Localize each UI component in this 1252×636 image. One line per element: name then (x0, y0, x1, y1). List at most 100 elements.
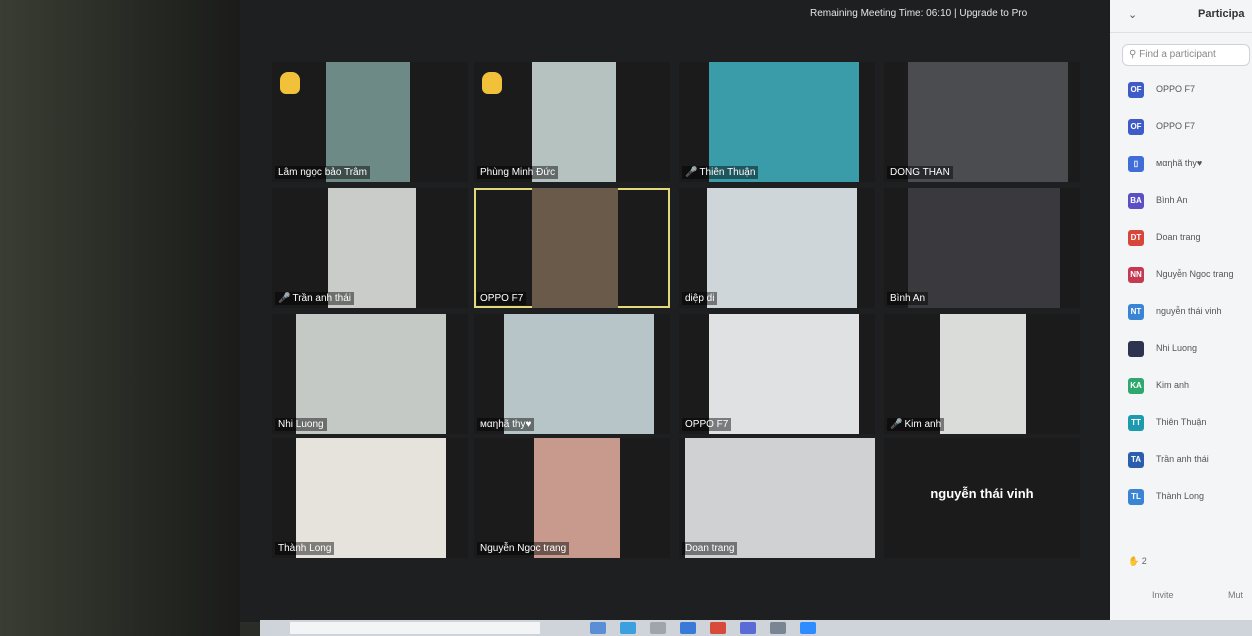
video-tile[interactable]: мαηhã thy♥ (474, 314, 670, 434)
participant-list-item[interactable]: NN Nguyễn Ngoc trang (1124, 267, 1252, 304)
muted-mic-icon: 🎤 (278, 293, 291, 304)
participant-name-label: мαηhã thy♥ (477, 418, 535, 431)
participant-name-label: Doan trang (682, 542, 738, 555)
video-tile[interactable]: Phùng Minh Đức (474, 62, 670, 182)
avatar: TL (1128, 489, 1144, 505)
participant-name-text: Phùng Minh Đức (480, 167, 556, 178)
participant-name-text: OPPO F7 (480, 293, 524, 304)
app-icon[interactable] (740, 622, 756, 634)
video-tile[interactable]: Bình An (884, 188, 1080, 308)
avatar: KA (1128, 378, 1144, 394)
search-placeholder: Find a participant (1139, 49, 1216, 60)
browser-icon[interactable] (620, 622, 636, 634)
video-feed (908, 188, 1060, 308)
chrome-icon[interactable] (710, 622, 726, 634)
participant-name-label: diệp di (682, 292, 718, 305)
participant-list-item[interactable]: OF OPPO F7 (1124, 82, 1252, 119)
invite-button[interactable]: Invite (1152, 590, 1174, 600)
participant-name: Nhi Luong (1156, 343, 1198, 353)
participant-name: Nguyễn Ngoc trang (1156, 269, 1234, 279)
mute-all-button[interactable]: Mut (1228, 590, 1243, 600)
monitor-bezel (0, 0, 240, 636)
video-feed (504, 314, 654, 434)
participant-name: Thiên Thuận (1156, 417, 1207, 427)
video-tile[interactable]: 🎤 Thiên Thuận (679, 62, 875, 182)
avatar (1128, 341, 1144, 357)
raised-hand-icon (280, 72, 300, 94)
search-participant-input[interactable]: ⚲ Find a participant (1122, 44, 1250, 66)
app-icon[interactable] (770, 622, 786, 634)
participant-name-label: 🎤 Trần anh thái (275, 292, 355, 305)
video-tile[interactable]: Thành Long (272, 438, 468, 558)
participant-name-label: Nhi Luong (275, 418, 327, 431)
participant-list-item[interactable]: NT nguyễn thái vinh (1124, 304, 1252, 341)
video-tile[interactable]: OPPO F7 (679, 314, 875, 434)
participant-list-item[interactable]: TL Thành Long (1124, 489, 1252, 526)
participants-panel: ⌄ Participa ⚲ Find a participant OF OPPO … (1110, 0, 1252, 622)
participant-name-label: Bình An (887, 292, 929, 305)
participant-list-item[interactable]: ▯ мαηhã thy♥ (1124, 156, 1252, 193)
windows-taskbar (260, 620, 1252, 636)
avatar: NT (1128, 304, 1144, 320)
avatar: TT (1128, 415, 1144, 431)
avatar: OF (1128, 82, 1144, 98)
participant-list-item[interactable]: TA Trần anh thái (1124, 452, 1252, 489)
video-tile[interactable]: diệp di (679, 188, 875, 308)
video-tile[interactable]: 🎤 Kim anh (884, 314, 1080, 434)
video-tile[interactable]: 🎤 Trần anh thái (272, 188, 468, 308)
participant-name-label: 🎤 Kim anh (887, 418, 945, 431)
participant-name-label: Nguyễn Ngoc trang (477, 542, 570, 555)
chevron-down-icon[interactable]: ⌄ (1128, 8, 1137, 21)
participant-list: OF OPPO F7 OF OPPO F7 ▯ мαηhã thy♥ BA Bình An DT… (1124, 82, 1252, 526)
participant-name-text: DONG THAN (890, 167, 950, 178)
video-feed (709, 314, 859, 434)
avatar: OF (1128, 119, 1144, 135)
video-tile[interactable]: Lâm ngọc bảo Trâm (272, 62, 468, 182)
participant-name-text: мαηhã thy♥ (480, 419, 532, 430)
raised-hand-icon (482, 72, 502, 94)
raised-hands-count: ✋ 2 (1128, 556, 1147, 566)
avatar: ▯ (1128, 156, 1144, 172)
store-icon[interactable] (650, 622, 666, 634)
avatar: BA (1128, 193, 1144, 209)
participant-list-item[interactable]: OF OPPO F7 (1124, 119, 1252, 156)
zoom-taskbar-icon[interactable] (800, 622, 816, 634)
video-feed (328, 188, 416, 308)
participant-name-text: Doan trang (685, 543, 735, 554)
participant-list-item[interactable]: DT Doan trang (1124, 230, 1252, 267)
participant-name: мαηhã thy♥ (1156, 158, 1203, 168)
video-feed (326, 62, 410, 182)
search-icon: ⚲ (1129, 49, 1140, 60)
participant-name-text: Thiên Thuận (699, 167, 756, 178)
participant-name-text: Nguyễn Ngoc trang (480, 543, 567, 554)
raised-hand-icon: ✋ (1128, 556, 1140, 566)
participant-name-text: diệp di (685, 293, 715, 304)
participant-list-item[interactable]: TT Thiên Thuận (1124, 415, 1252, 452)
participant-list-item[interactable]: KA Kim anh (1124, 378, 1252, 415)
video-tile[interactable]: Nhi Luong (272, 314, 468, 434)
avatar: TA (1128, 452, 1144, 468)
participant-name-label: Phùng Minh Đức (477, 166, 559, 179)
participant-name-text: Bình An (890, 293, 926, 304)
participant-name-label: Lâm ngọc bảo Trâm (275, 166, 370, 179)
participant-name-label: OPPO F7 (477, 292, 527, 305)
video-tile[interactable]: OPPO F7 (474, 188, 670, 308)
video-tile[interactable]: DONG THAN (884, 62, 1080, 182)
participant-list-item[interactable]: BA Bình An (1124, 193, 1252, 230)
video-feed (532, 62, 616, 182)
muted-mic-icon: 🎤 (685, 167, 698, 178)
mail-icon[interactable] (680, 622, 696, 634)
video-tile[interactable]: Nguyễn Ngoc trang (474, 438, 670, 558)
taskbar-search-box[interactable] (290, 622, 540, 634)
participant-list-item[interactable]: Nhi Luong (1124, 341, 1252, 378)
avatar: NN (1128, 267, 1144, 283)
video-tile[interactable]: Doan trang (679, 438, 875, 558)
meeting-time-banner[interactable]: Remaining Meeting Time: 06:10 | Upgrade … (810, 8, 1027, 19)
video-feed (296, 314, 446, 434)
video-tile[interactable]: nguyễn thái vinh (884, 438, 1080, 558)
participant-name-text: Trần anh thái (292, 293, 352, 304)
file-explorer-icon[interactable] (590, 622, 606, 634)
participant-name: OPPO F7 (1156, 84, 1196, 94)
participant-name: OPPO F7 (1156, 121, 1196, 131)
participants-header: ⌄ Participa (1110, 0, 1252, 33)
